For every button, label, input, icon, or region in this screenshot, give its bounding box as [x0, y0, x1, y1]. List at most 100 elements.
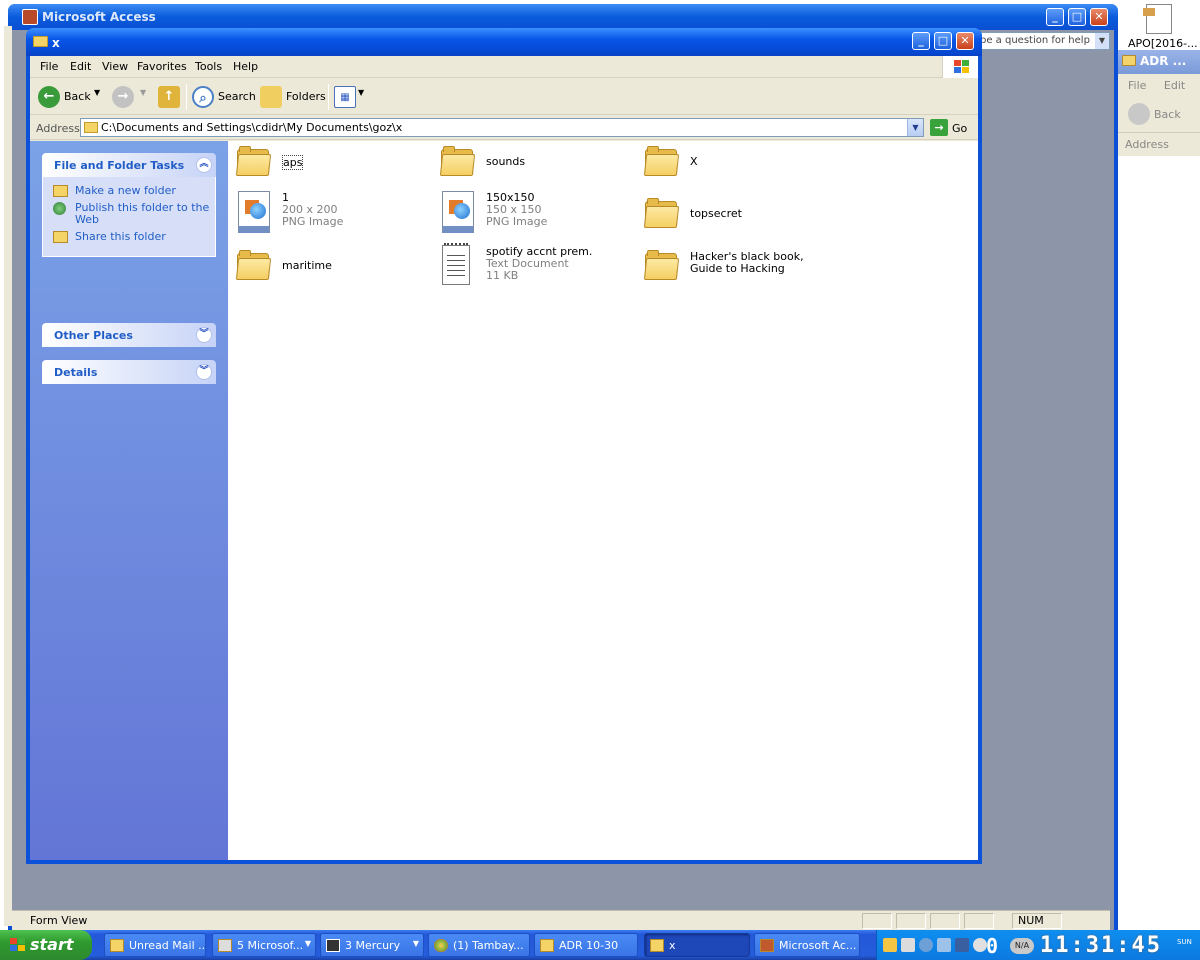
document-icon	[218, 939, 232, 952]
adr-content	[1118, 156, 1200, 930]
desktop-file-label[interactable]: APO[2016-...	[1128, 37, 1198, 50]
folder-icon	[235, 249, 272, 281]
menu-help[interactable]: Help	[233, 60, 258, 73]
png-image-icon	[236, 191, 272, 235]
windows-logo-icon	[942, 56, 978, 78]
taskbar-button-mercury[interactable]: 3 Mercury ▼	[320, 933, 424, 957]
menu-edit[interactable]: Edit	[70, 60, 91, 73]
explorer-title-bar[interactable]: x _ □ ✕	[26, 28, 982, 56]
access-close-button[interactable]: ✕	[1090, 8, 1108, 26]
taskbar-button-microsoft[interactable]: 5 Microsof... ▼	[212, 933, 316, 957]
text-file-item[interactable]: spotify accnt prem. Text Document 11 KB	[440, 243, 640, 291]
expand-chevron-icon[interactable]: ︾	[196, 327, 212, 343]
collapse-chevron-icon[interactable]: ︽	[196, 157, 212, 173]
folder-item[interactable]: X	[643, 145, 844, 193]
tray-mail-icon[interactable]	[883, 938, 897, 952]
address-path[interactable]: C:\Documents and Settings\cdidr\My Docum…	[101, 121, 402, 134]
minimize-button[interactable]: _	[912, 32, 930, 50]
go-button[interactable]: Go	[952, 122, 967, 135]
go-arrow-icon[interactable]: →	[930, 119, 948, 136]
taskbar-button-access[interactable]: Microsoft Ac...	[754, 933, 860, 957]
folder-item[interactable]: sounds	[439, 145, 640, 193]
back-arrow-icon[interactable]	[1128, 103, 1150, 125]
folder-icon	[643, 249, 680, 281]
taskbar-button-x[interactable]: x	[644, 933, 750, 957]
close-button[interactable]: ✕	[956, 32, 974, 50]
folder-icon	[439, 145, 476, 177]
adr-title-bar[interactable]: ADR ...	[1118, 50, 1200, 74]
details-header[interactable]: Details ︾	[42, 360, 216, 384]
adr-menu-bar[interactable]: File Edit	[1118, 74, 1200, 96]
folders-button[interactable]: Folders	[286, 90, 326, 103]
folder-icon	[643, 145, 680, 177]
tray-monitor-icon[interactable]	[937, 938, 951, 952]
access-minimize-button[interactable]: _	[1046, 8, 1064, 26]
task-label: x	[669, 939, 676, 952]
make-new-folder-link[interactable]: Make a new folder	[53, 185, 215, 197]
clock-badge: N/A	[1010, 938, 1034, 954]
menu-file[interactable]: File	[40, 60, 58, 73]
taskbar-button-mail[interactable]: Unread Mail ...	[104, 933, 206, 957]
share-folder-link[interactable]: Share this folder	[53, 231, 215, 243]
folders-icon[interactable]	[260, 86, 282, 108]
explorer-content: File and Folder Tasks ︽ Make a new folde…	[30, 141, 978, 860]
back-dropdown-icon[interactable]: ▼	[94, 88, 100, 97]
ask-question-text: pe a question for help	[980, 35, 1090, 46]
other-places-header[interactable]: Other Places ︾	[42, 323, 216, 347]
menu-bar: File Edit View Favorites Tools Help	[30, 56, 978, 78]
adr-back-label[interactable]: Back	[1154, 108, 1181, 121]
folder-item[interactable]: aps	[235, 145, 436, 193]
pdf-file-icon[interactable]	[1143, 4, 1172, 34]
access-title: Microsoft Access	[42, 10, 156, 24]
back-button[interactable]: Back	[64, 90, 91, 103]
menu-view[interactable]: View	[102, 60, 128, 73]
ask-dropdown-icon[interactable]: ▼	[1095, 33, 1109, 49]
toolbar-separator	[328, 84, 329, 110]
folder-icon	[650, 939, 664, 952]
folder-item[interactable]: maritime	[235, 249, 436, 297]
folder-item[interactable]: topsecret	[643, 197, 844, 245]
menu-tools[interactable]: Tools	[195, 60, 222, 73]
tray-printer-icon[interactable]	[901, 938, 915, 952]
views-dropdown-icon[interactable]: ▼	[358, 88, 364, 97]
search-icon[interactable]: ⌕	[192, 86, 214, 108]
taskbar-button-browser[interactable]: (1) Tambay...	[428, 933, 530, 957]
taskbar-clock[interactable]: 11:31:45	[1040, 933, 1200, 959]
access-title-bar[interactable]: Microsoft Access _ □ ✕	[8, 4, 1118, 30]
address-dropdown-icon[interactable]: ▼	[907, 119, 923, 136]
tray-app-icon[interactable]	[955, 938, 969, 952]
publish-folder-link[interactable]: Publish this folder to the Web	[53, 202, 215, 226]
maximize-button[interactable]: □	[934, 32, 952, 50]
access-app-icon	[22, 9, 38, 25]
file-name: topsecret	[690, 207, 742, 220]
menu-favorites[interactable]: Favorites	[137, 60, 187, 73]
tray-speaker-icon[interactable]	[973, 938, 987, 952]
other-places-panel: Other Places ︾	[42, 323, 216, 347]
mail-icon	[110, 939, 124, 952]
address-input[interactable]: C:\Documents and Settings\cdidr\My Docum…	[80, 118, 924, 137]
image-file-item[interactable]: 150x150 150 x 150 PNG Image	[440, 191, 640, 239]
status-cell	[896, 913, 926, 929]
task-dropdown-icon: ▼	[412, 939, 419, 948]
access-maximize-button[interactable]: □	[1068, 8, 1086, 26]
back-arrow-icon[interactable]: ←	[38, 86, 60, 108]
clock-day: SUN	[1177, 938, 1192, 946]
expand-chevron-icon[interactable]: ︾	[196, 364, 212, 380]
forward-dropdown-icon[interactable]: ▼	[140, 88, 146, 97]
file-folder-tasks-header[interactable]: File and Folder Tasks ︽	[42, 153, 216, 177]
adr-address-label: Address	[1118, 132, 1200, 156]
task-label: ADR 10-30	[559, 939, 619, 952]
toolbar-separator	[186, 84, 187, 110]
folder-item[interactable]: Hacker's black book, Guide to Hacking	[643, 249, 844, 297]
forward-arrow-icon[interactable]: →	[112, 86, 134, 108]
image-file-item[interactable]: 1 200 x 200 PNG Image	[236, 191, 436, 239]
ask-question-input[interactable]: pe a question for help ▼	[976, 32, 1110, 50]
taskbar-button-adr[interactable]: ADR 10-30	[534, 933, 638, 957]
task-dropdown-icon: ▼	[304, 939, 311, 948]
start-button[interactable]: start	[0, 930, 92, 960]
search-button[interactable]: Search	[218, 90, 256, 103]
views-icon[interactable]: ▦	[334, 86, 356, 108]
status-cell	[930, 913, 960, 929]
up-folder-icon[interactable]: ↑	[158, 86, 180, 108]
tray-network-icon[interactable]	[919, 938, 933, 952]
